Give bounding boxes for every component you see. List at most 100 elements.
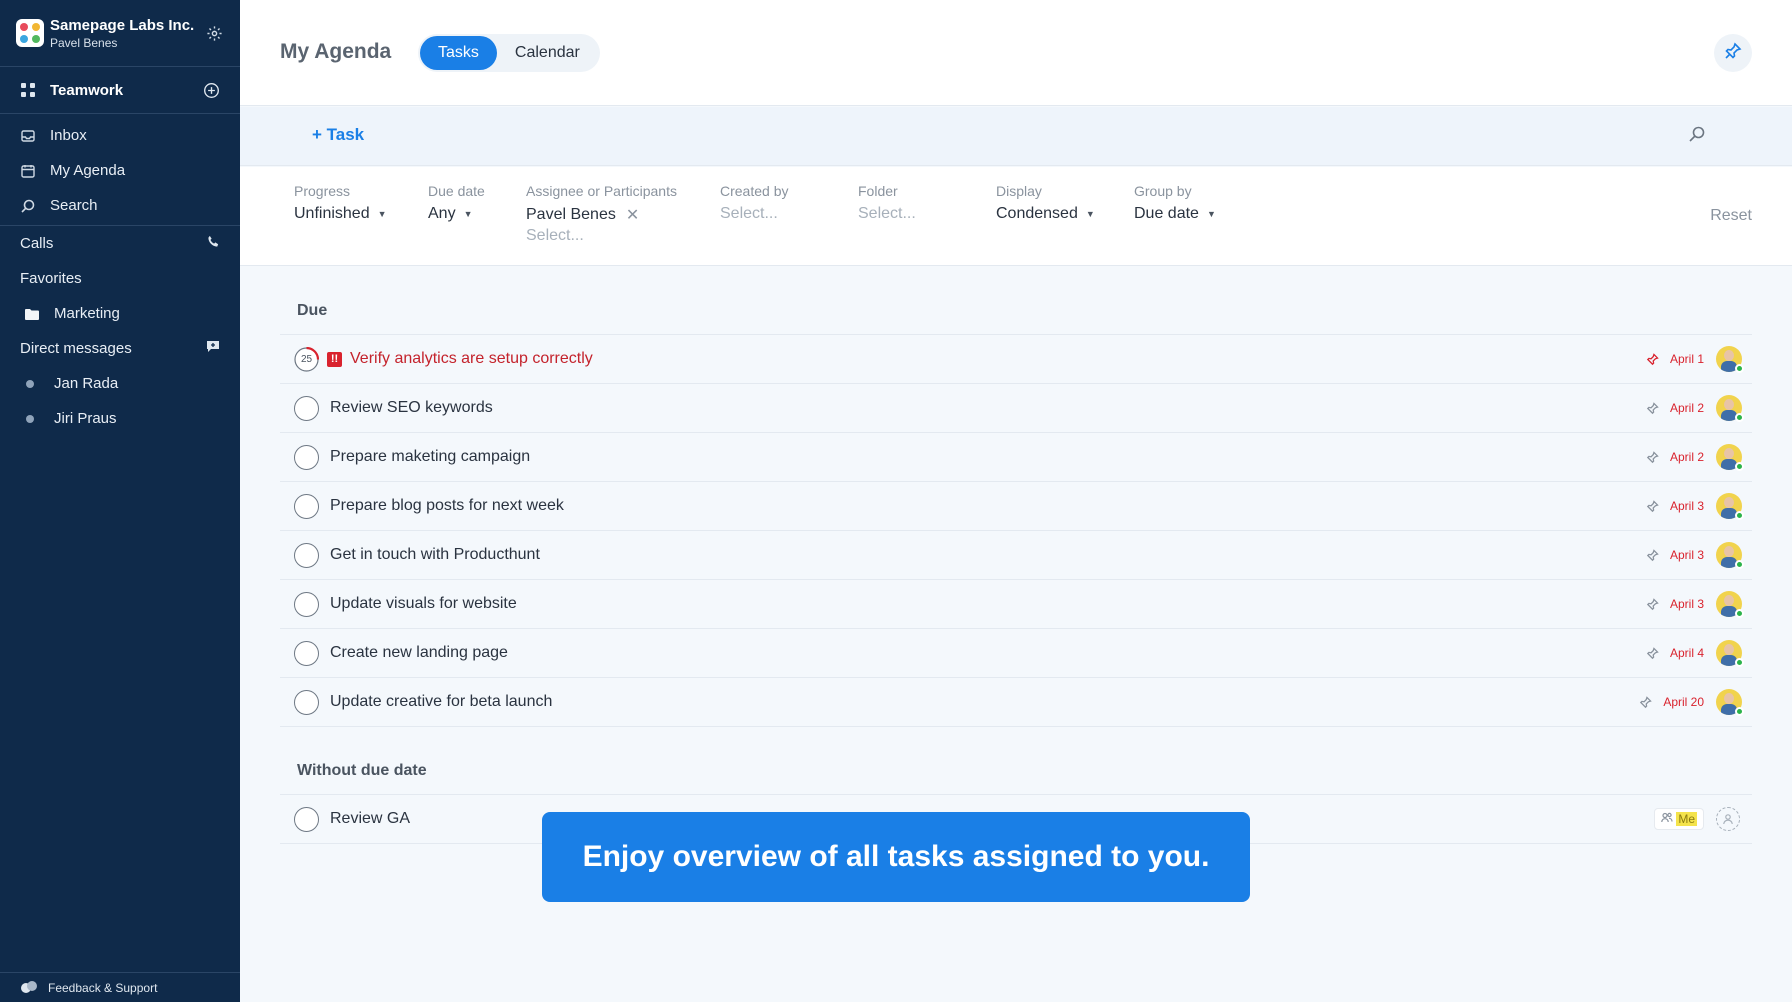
assignee-avatar[interactable] (1716, 346, 1744, 373)
org-name: Samepage Labs Inc. (50, 16, 195, 34)
phone-icon[interactable] (207, 235, 220, 252)
pin-icon[interactable] (1646, 597, 1660, 611)
pin-icon[interactable] (1646, 646, 1660, 660)
task-row[interactable]: 25 !! Verify analytics are setup correct… (280, 335, 1752, 384)
due-date[interactable]: April 3 (1670, 597, 1704, 611)
pin-icon[interactable] (1646, 499, 1660, 513)
task-row[interactable]: Review SEO keywords April 2 (280, 384, 1752, 433)
task-row[interactable]: Prepare blog posts for next week April 3 (280, 482, 1752, 531)
sidebar-item-jiri-praus[interactable]: Jiri Praus (0, 401, 240, 436)
sidebar-item-marketing[interactable]: Marketing (0, 296, 240, 331)
task-row[interactable]: Create new landing page April 4 (280, 629, 1752, 678)
due-date-filter[interactable]: Due date Any ▼ (428, 183, 485, 223)
sidebar-item-search[interactable]: Search (0, 188, 240, 223)
reset-button[interactable]: Reset (1710, 207, 1752, 225)
pin-icon[interactable] (1646, 352, 1660, 366)
sidebar-item-teamwork[interactable]: Teamwork (0, 67, 240, 113)
assignee-avatar[interactable] (1716, 542, 1744, 569)
tab-tasks[interactable]: Tasks (420, 36, 497, 70)
task-row[interactable]: Update creative for beta launch April 20 (280, 678, 1752, 727)
search-icon[interactable] (1688, 125, 1708, 145)
sidebar-calls[interactable]: Calls (0, 226, 240, 261)
unassigned-avatar-icon[interactable] (1716, 807, 1740, 831)
task-checkbox[interactable] (294, 640, 319, 666)
sidebar-item-jan-rada[interactable]: Jan Rada (0, 366, 240, 401)
online-status-dot (1735, 609, 1744, 618)
filter-label: Assignee or Participants (526, 183, 677, 199)
task-checkbox[interactable] (294, 493, 319, 519)
due-date[interactable]: April 4 (1670, 646, 1704, 660)
sidebar: Samepage Labs Inc. Pavel Benes Teamwork … (0, 0, 240, 1002)
assignee-avatar[interactable] (1716, 689, 1744, 716)
task-title[interactable]: Prepare maketing campaign (330, 448, 1646, 466)
group-by-filter[interactable]: Group by Due date ▼ (1134, 183, 1216, 223)
task-checkbox[interactable] (294, 542, 319, 568)
folder-select[interactable]: Select... (858, 205, 916, 223)
pin-button[interactable] (1714, 34, 1752, 72)
pin-icon[interactable] (1646, 450, 1660, 464)
pin-icon[interactable] (1646, 401, 1660, 415)
display-filter[interactable]: Display Condensed ▼ (996, 183, 1095, 223)
task-checkbox[interactable] (294, 444, 319, 470)
filter-value: Condensed (996, 205, 1078, 222)
due-date[interactable]: April 3 (1670, 548, 1704, 562)
assignee-chip: Pavel Benes (526, 206, 616, 223)
due-date[interactable]: April 2 (1670, 450, 1704, 464)
due-date[interactable]: April 2 (1670, 401, 1704, 415)
created-by-select[interactable]: Select... (720, 205, 788, 223)
sidebar-item-label: Marketing (54, 305, 120, 322)
assignee-avatar[interactable] (1716, 493, 1744, 520)
participants-icon (1661, 812, 1673, 826)
assignee-avatar[interactable] (1716, 395, 1744, 422)
task-title[interactable]: Verify analytics are setup correctly (350, 350, 1646, 368)
due-date[interactable]: April 1 (1670, 352, 1704, 366)
task-title[interactable]: Get in touch with Producthunt (330, 546, 1646, 564)
created-by-filter[interactable]: Created by Select... (720, 183, 788, 223)
add-circle-icon[interactable] (202, 81, 220, 99)
user-name: Pavel Benes (50, 35, 118, 50)
task-checkbox[interactable] (294, 395, 319, 421)
assignee-filter[interactable]: Assignee or Participants Pavel Benes ✕ Se… (526, 183, 677, 245)
task-checkbox[interactable] (294, 806, 319, 832)
task-row[interactable]: Update visuals for website April 3 (280, 580, 1752, 629)
participant-me: Me (1676, 812, 1697, 826)
org-switcher[interactable]: Samepage Labs Inc. Pavel Benes (0, 0, 240, 66)
org-logo-icon (16, 19, 44, 47)
progress-filter[interactable]: Progress Unfinished ▼ (294, 183, 387, 223)
filter-value: Unfinished (294, 205, 370, 222)
filter-bar: Progress Unfinished ▼ Due date Any ▼ Assig… (240, 167, 1792, 266)
task-title[interactable]: Create new landing page (330, 644, 1646, 662)
gear-icon[interactable] (204, 23, 224, 43)
search-icon (20, 198, 36, 214)
add-task-button[interactable]: + Task (312, 125, 364, 145)
task-toolbar: + Task (240, 107, 1792, 166)
tab-calendar[interactable]: Calendar (497, 36, 598, 70)
pin-icon[interactable] (1646, 548, 1660, 562)
task-row[interactable]: Prepare maketing campaign April 2 (280, 433, 1752, 482)
new-message-icon[interactable] (206, 340, 220, 357)
filter-value: Due date (1134, 205, 1199, 222)
assignee-avatar[interactable] (1716, 640, 1744, 667)
assignee-select[interactable]: Select... (526, 227, 677, 245)
participant-chip[interactable]: Me (1654, 808, 1704, 830)
due-date[interactable]: April 3 (1670, 499, 1704, 513)
progress-indicator[interactable]: 25 (294, 346, 319, 372)
task-checkbox[interactable] (294, 591, 319, 617)
task-title[interactable]: Prepare blog posts for next week (330, 497, 1646, 515)
task-checkbox[interactable] (294, 689, 319, 715)
feedback-support-link[interactable]: Feedback & Support (0, 972, 240, 1002)
remove-icon[interactable]: ✕ (626, 205, 639, 225)
sidebar-item-inbox[interactable]: Inbox (0, 118, 240, 153)
task-title[interactable]: Review SEO keywords (330, 399, 1646, 417)
sidebar-item-label: Inbox (50, 127, 87, 144)
assignee-avatar[interactable] (1716, 444, 1744, 471)
caret-down-icon: ▼ (463, 209, 473, 219)
folder-filter[interactable]: Folder Select... (858, 183, 916, 223)
sidebar-item-my-agenda[interactable]: My Agenda (0, 153, 240, 188)
task-row[interactable]: Get in touch with Producthunt April 3 (280, 531, 1752, 580)
task-title[interactable]: Update visuals for website (330, 595, 1646, 613)
pin-icon[interactable] (1639, 695, 1653, 709)
assignee-avatar[interactable] (1716, 591, 1744, 618)
task-title[interactable]: Update creative for beta launch (330, 693, 1639, 711)
due-date[interactable]: April 20 (1663, 695, 1704, 709)
